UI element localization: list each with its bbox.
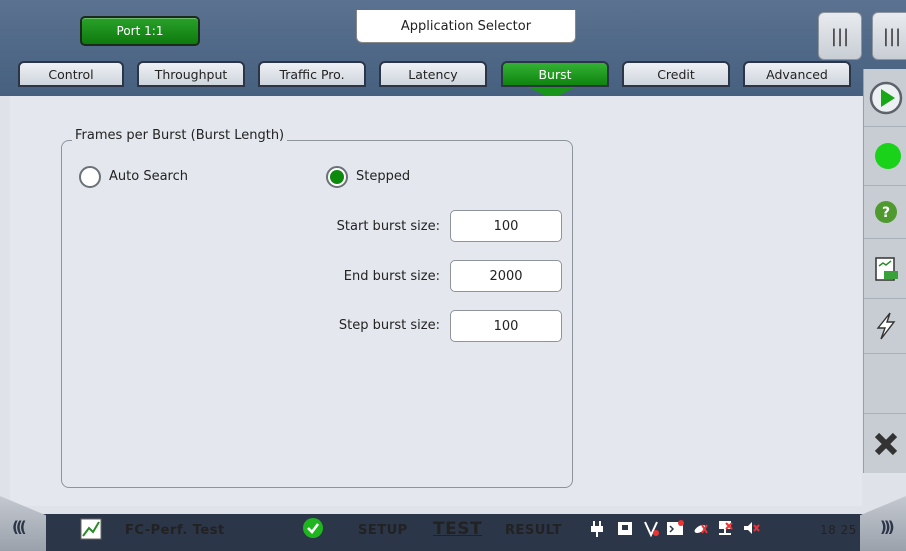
test-button[interactable]: TEST: [433, 519, 482, 539]
end-burst-size-input[interactable]: 2000: [450, 260, 562, 292]
close-icon: [874, 432, 897, 455]
empty-slot: [864, 354, 906, 414]
run-button[interactable]: [864, 69, 906, 127]
step-burst-size-input[interactable]: 100: [450, 310, 562, 342]
right-panel: ?: [863, 69, 906, 473]
stepped-label: Stepped: [356, 169, 411, 184]
left-chevron-icon[interactable]: (((: [12, 518, 26, 536]
stepped-radio[interactable]: [326, 166, 348, 188]
application-selector-button[interactable]: Application Selector: [356, 10, 576, 43]
clock-time: 18 25: [820, 523, 857, 537]
status-led-icon: [874, 143, 901, 169]
status-button[interactable]: [864, 127, 906, 186]
quick-action-button[interactable]: [864, 299, 906, 354]
tab-advanced[interactable]: Advanced: [743, 61, 851, 87]
right-chevron-icon[interactable]: ))): [880, 518, 894, 536]
storage-icon: [618, 522, 632, 535]
v-network-icon: [644, 521, 659, 537]
power-plug-icon: [591, 521, 603, 537]
close-button[interactable]: [864, 414, 906, 473]
port-button[interactable]: Port 1:1: [80, 16, 200, 46]
tab-credit[interactable]: Credit: [622, 61, 730, 87]
check-status-icon: [303, 518, 323, 538]
end-burst-size-label: End burst size:: [343, 269, 440, 284]
panel-handle-icon[interactable]: |||: [818, 12, 862, 60]
panel-handle-right-icon[interactable]: |||: [872, 12, 906, 60]
tab-throughput[interactable]: Throughput: [137, 61, 245, 87]
play-icon: [869, 81, 902, 114]
tab-burst[interactable]: Burst: [501, 61, 609, 87]
lightning-icon: [876, 312, 895, 340]
tab-traffic-pro[interactable]: Traffic Pro.: [258, 61, 366, 87]
tab-control[interactable]: Control: [18, 61, 124, 87]
auto-search-label: Auto Search: [109, 169, 188, 184]
network-icon: [719, 521, 733, 535]
speaker-muted-icon: [744, 522, 760, 534]
app-chart-icon: [80, 518, 102, 540]
help-icon: ?: [874, 201, 897, 223]
start-burst-size-label: Start burst size:: [336, 219, 440, 234]
terminal-icon: [667, 520, 684, 535]
report-icon: [874, 256, 898, 281]
result-button[interactable]: RESULT: [505, 523, 562, 538]
auto-search-radio[interactable]: [79, 166, 101, 188]
tab-latency[interactable]: Latency: [379, 61, 487, 87]
start-burst-size-input[interactable]: 100: [450, 210, 562, 242]
satellite-icon: [694, 524, 708, 534]
step-burst-size-label: Step burst size:: [338, 318, 440, 333]
report-button[interactable]: [864, 239, 906, 299]
test-name: FC-Perf. Test: [125, 523, 225, 538]
svg-text:?: ?: [881, 205, 889, 221]
setup-button[interactable]: SETUP: [358, 523, 408, 538]
help-button[interactable]: ?: [864, 186, 906, 239]
group-title: Frames per Burst (Burst Length): [72, 128, 288, 143]
